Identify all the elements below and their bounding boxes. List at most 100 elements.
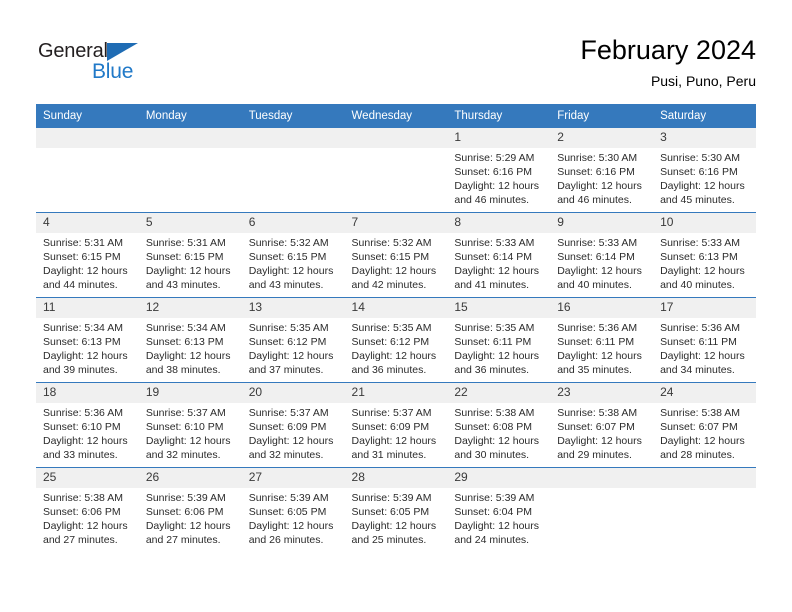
sunset-text: Sunset: 6:14 PM bbox=[454, 251, 533, 264]
day-number: 28 bbox=[344, 468, 448, 488]
day-number bbox=[36, 128, 139, 148]
calendar-week-row: 1 Sunrise: 5:29 AM Sunset: 6:16 PM Daylight… bbox=[36, 128, 756, 213]
day-details: Sunrise: 5:34 AM Sunset: 6:13 PM Daylight:… bbox=[36, 318, 139, 377]
daylight-text: Daylight: 12 hours and 29 minutes. bbox=[557, 435, 642, 462]
calendar-table: Sunday Monday Tuesday Wednesday Thursday Frid… bbox=[36, 104, 756, 552]
sunset-text: Sunset: 6:07 PM bbox=[557, 421, 635, 434]
calendar-week-row: 4 Sunrise: 5:31 AM Sunset: 6:15 PM Daylight… bbox=[36, 212, 756, 298]
calendar-day-cell[interactable]: 21 Sunrise: 5:37 AM Sunset: 6:09 PM Dayligh… bbox=[344, 382, 448, 468]
sunrise-text: Sunrise: 5:36 AM bbox=[557, 322, 638, 334]
sunrise-text: Sunrise: 5:34 AM bbox=[145, 322, 226, 334]
calendar-day-cell[interactable]: 11 Sunrise: 5:34 AM Sunset: 6:13 PM Dayligh… bbox=[36, 297, 139, 383]
day-details: Sunrise: 5:38 AM Sunset: 6:06 PM Daylight:… bbox=[36, 488, 139, 547]
logo-text-blue: Blue bbox=[92, 60, 134, 83]
calendar-day-cell[interactable]: 1 Sunrise: 5:29 AM Sunset: 6:16 PM Daylight… bbox=[447, 128, 551, 213]
day-number: 12 bbox=[138, 298, 242, 318]
sunrise-text: Sunrise: 5:33 AM bbox=[454, 237, 535, 249]
general-blue-logo[interactable]: General Blue bbox=[38, 40, 158, 86]
day-details: Sunrise: 5:36 AM Sunset: 6:10 PM Daylight:… bbox=[36, 403, 139, 462]
calendar-day-cell[interactable]: 23 Sunrise: 5:38 AM Sunset: 6:07 PM Dayligh… bbox=[550, 382, 654, 468]
calendar-day-cell[interactable]: 16 Sunrise: 5:36 AM Sunset: 6:11 PM Dayligh… bbox=[550, 297, 654, 383]
day-details: Sunrise: 5:31 AM Sunset: 6:15 PM Daylight:… bbox=[36, 233, 139, 292]
day-number: 6 bbox=[241, 213, 345, 233]
sunrise-text: Sunrise: 5:35 AM bbox=[248, 322, 329, 334]
daylight-text: Daylight: 12 hours and 26 minutes. bbox=[248, 520, 334, 547]
calendar-day-cell[interactable]: 3 Sunrise: 5:30 AM Sunset: 6:16 PM Daylight… bbox=[653, 128, 756, 213]
weekday-header-thursday: Thursday bbox=[447, 104, 551, 128]
daylight-text: Daylight: 12 hours and 32 minutes. bbox=[145, 435, 231, 462]
calendar-day-cell[interactable]: 25 Sunrise: 5:38 AM Sunset: 6:06 PM Dayligh… bbox=[36, 467, 139, 552]
calendar-day-cell[interactable]: 26 Sunrise: 5:39 AM Sunset: 6:06 PM Dayligh… bbox=[138, 467, 242, 552]
calendar-week-row: 25 Sunrise: 5:38 AM Sunset: 6:06 PM Dayligh… bbox=[36, 467, 756, 552]
sunset-text: Sunset: 6:07 PM bbox=[660, 421, 738, 434]
day-number: 8 bbox=[447, 213, 551, 233]
sunset-text: Sunset: 6:12 PM bbox=[351, 336, 430, 349]
day-details: Sunrise: 5:38 AM Sunset: 6:08 PM Daylight:… bbox=[447, 403, 550, 462]
sunrise-text: Sunrise: 5:38 AM bbox=[660, 407, 741, 419]
day-details: Sunrise: 5:32 AM Sunset: 6:15 PM Daylight:… bbox=[242, 233, 345, 292]
day-details: Sunrise: 5:39 AM Sunset: 6:06 PM Daylight:… bbox=[139, 488, 242, 547]
day-number: 18 bbox=[36, 383, 139, 403]
calendar-day-cell[interactable]: 8 Sunrise: 5:33 AM Sunset: 6:14 PM Daylight… bbox=[447, 212, 551, 298]
day-number: 19 bbox=[138, 383, 242, 403]
calendar-day-cell[interactable]: 5 Sunrise: 5:31 AM Sunset: 6:15 PM Daylight… bbox=[138, 212, 242, 298]
calendar-day-cell[interactable]: 13 Sunrise: 5:35 AM Sunset: 6:12 PM Dayligh… bbox=[241, 297, 345, 383]
calendar-day-cell[interactable]: 4 Sunrise: 5:31 AM Sunset: 6:15 PM Daylight… bbox=[36, 212, 139, 298]
calendar-day-cell[interactable]: 7 Sunrise: 5:32 AM Sunset: 6:15 PM Daylight… bbox=[344, 212, 448, 298]
day-number: 5 bbox=[138, 213, 242, 233]
calendar-day-cell[interactable]: 20 Sunrise: 5:37 AM Sunset: 6:09 PM Dayligh… bbox=[241, 382, 345, 468]
daylight-text: Daylight: 12 hours and 43 minutes. bbox=[145, 265, 231, 292]
daylight-text: Daylight: 12 hours and 42 minutes. bbox=[351, 265, 437, 292]
calendar-day-cell[interactable]: 15 Sunrise: 5:35 AM Sunset: 6:11 PM Dayligh… bbox=[447, 297, 551, 383]
day-details: Sunrise: 5:37 AM Sunset: 6:09 PM Daylight:… bbox=[345, 403, 448, 462]
sunrise-text: Sunrise: 5:39 AM bbox=[145, 492, 226, 504]
sunrise-text: Sunrise: 5:38 AM bbox=[454, 407, 535, 419]
calendar-header-row: Sunday Monday Tuesday Wednesday Thursday Frid… bbox=[36, 104, 756, 128]
daylight-text: Daylight: 12 hours and 37 minutes. bbox=[248, 350, 334, 377]
calendar-day-cell[interactable]: 29 Sunrise: 5:39 AM Sunset: 6:04 PM Dayligh… bbox=[447, 467, 551, 552]
calendar-day-cell[interactable]: 22 Sunrise: 5:38 AM Sunset: 6:08 PM Dayligh… bbox=[447, 382, 551, 468]
day-number: 26 bbox=[138, 468, 242, 488]
day-number: 22 bbox=[447, 383, 551, 403]
sunrise-text: Sunrise: 5:36 AM bbox=[43, 407, 123, 419]
day-number: 24 bbox=[653, 383, 756, 403]
weekday-header: Sunday Monday Tuesday Wednesday Thursday Frid… bbox=[36, 104, 756, 128]
day-number: 21 bbox=[344, 383, 448, 403]
day-number: 2 bbox=[550, 128, 654, 148]
calendar-day-cell[interactable]: 9 Sunrise: 5:33 AM Sunset: 6:14 PM Daylight… bbox=[550, 212, 654, 298]
daylight-text: Daylight: 12 hours and 27 minutes. bbox=[43, 520, 128, 547]
sunrise-text: Sunrise: 5:37 AM bbox=[248, 407, 329, 419]
weekday-header-saturday: Saturday bbox=[653, 104, 756, 128]
calendar-day-cell[interactable]: 10 Sunrise: 5:33 AM Sunset: 6:13 PM Dayligh… bbox=[653, 212, 756, 298]
daylight-text: Daylight: 12 hours and 25 minutes. bbox=[351, 520, 437, 547]
calendar-day-cell[interactable]: 24 Sunrise: 5:38 AM Sunset: 6:07 PM Dayligh… bbox=[653, 382, 756, 468]
calendar-day-cell[interactable]: 2 Sunrise: 5:30 AM Sunset: 6:16 PM Daylight… bbox=[550, 128, 654, 213]
day-number: 3 bbox=[653, 128, 756, 148]
weekday-header-tuesday: Tuesday bbox=[241, 104, 345, 128]
sunrise-text: Sunrise: 5:31 AM bbox=[145, 237, 226, 249]
sunrise-text: Sunrise: 5:37 AM bbox=[351, 407, 432, 419]
weekday-header-friday: Friday bbox=[550, 104, 654, 128]
calendar-day-cell[interactable]: 27 Sunrise: 5:39 AM Sunset: 6:05 PM Dayligh… bbox=[241, 467, 345, 552]
calendar-day-cell[interactable]: 19 Sunrise: 5:37 AM Sunset: 6:10 PM Dayligh… bbox=[138, 382, 242, 468]
daylight-text: Daylight: 12 hours and 39 minutes. bbox=[43, 350, 128, 377]
day-details: Sunrise: 5:33 AM Sunset: 6:14 PM Daylight:… bbox=[447, 233, 550, 292]
calendar-body: 1 Sunrise: 5:29 AM Sunset: 6:16 PM Daylight… bbox=[36, 128, 756, 552]
day-details: Sunrise: 5:35 AM Sunset: 6:12 PM Daylight:… bbox=[345, 318, 448, 377]
calendar-day-cell[interactable]: 12 Sunrise: 5:34 AM Sunset: 6:13 PM Dayligh… bbox=[138, 297, 242, 383]
calendar-day-cell[interactable]: 17 Sunrise: 5:36 AM Sunset: 6:11 PM Dayligh… bbox=[653, 297, 756, 383]
sunrise-text: Sunrise: 5:32 AM bbox=[248, 237, 329, 249]
sunrise-text: Sunrise: 5:37 AM bbox=[145, 407, 226, 419]
calendar-day-cell[interactable]: 28 Sunrise: 5:39 AM Sunset: 6:05 PM Dayligh… bbox=[344, 467, 448, 552]
sunset-text: Sunset: 6:11 PM bbox=[660, 336, 737, 349]
sunset-text: Sunset: 6:09 PM bbox=[351, 421, 430, 434]
page-title: February 2024 bbox=[580, 35, 756, 65]
sunset-text: Sunset: 6:16 PM bbox=[557, 166, 635, 179]
daylight-text: Daylight: 12 hours and 36 minutes. bbox=[351, 350, 437, 377]
sunrise-text: Sunrise: 5:39 AM bbox=[351, 492, 432, 504]
calendar-day-cell[interactable]: 14 Sunrise: 5:35 AM Sunset: 6:12 PM Dayligh… bbox=[344, 297, 448, 383]
sunrise-text: Sunrise: 5:35 AM bbox=[454, 322, 535, 334]
calendar-day-cell[interactable]: 18 Sunrise: 5:36 AM Sunset: 6:10 PM Dayligh… bbox=[36, 382, 139, 468]
day-details: Sunrise: 5:39 AM Sunset: 6:05 PM Daylight:… bbox=[242, 488, 345, 547]
calendar-day-cell[interactable]: 6 Sunrise: 5:32 AM Sunset: 6:15 PM Daylight… bbox=[241, 212, 345, 298]
